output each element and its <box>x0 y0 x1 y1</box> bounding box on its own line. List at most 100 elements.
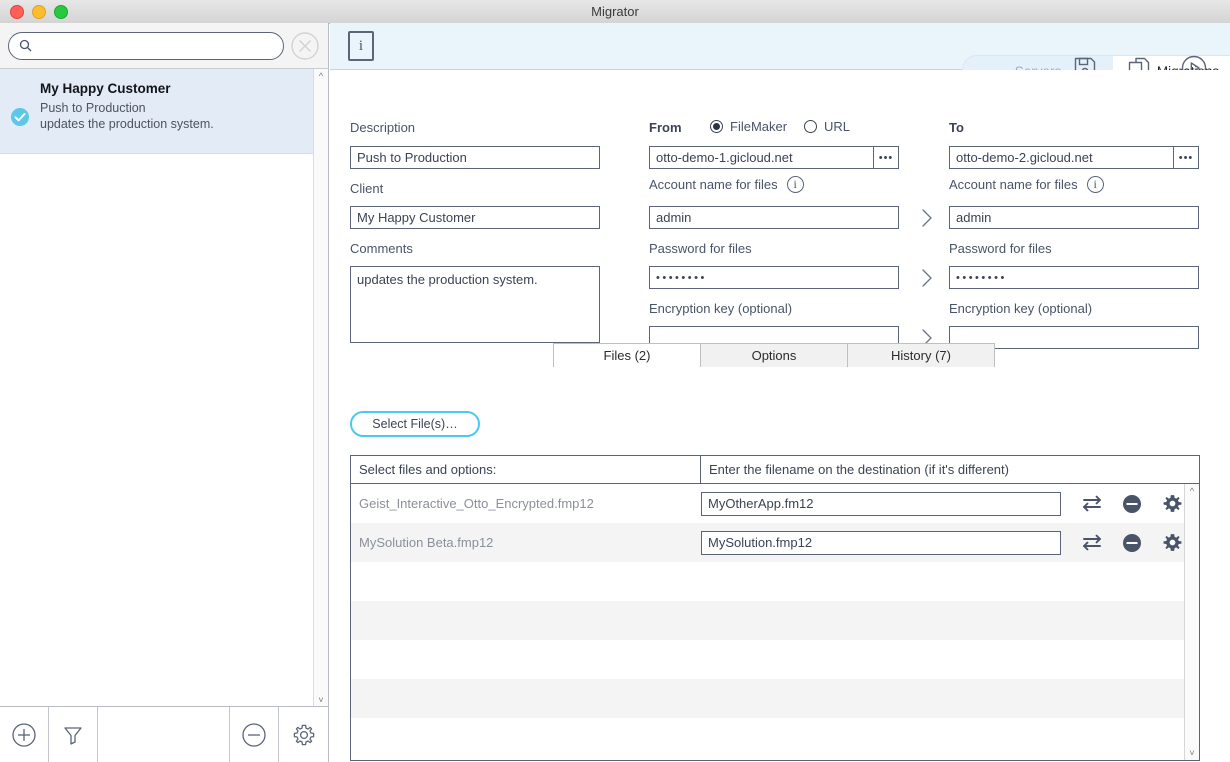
from-account-label-row: Account name for files i <box>649 176 804 193</box>
from-host-row: otto-demo-1.gicloud.net ••• <box>649 146 899 169</box>
files-table-body: Geist_Interactive_Otto_Encrypted.fmp12 M… <box>351 484 1185 760</box>
from-password-field[interactable]: •••••••• <box>649 266 899 289</box>
destination-filename-input[interactable]: MyOtherApp.fm12 <box>701 491 1061 516</box>
from-source-url[interactable]: URL <box>804 119 850 134</box>
list-item-description: updates the production system. <box>40 117 214 131</box>
sidebar-scrollbar[interactable]: ^ ˅ <box>313 69 328 707</box>
scroll-down-icon[interactable]: ˅ <box>314 693 328 707</box>
list-item-title: My Happy Customer <box>40 81 171 96</box>
migrator-window: Migrator My Happy Customer Push to Produ… <box>0 0 1230 762</box>
source-filename: Geist_Interactive_Otto_Encrypted.fmp12 <box>359 496 594 511</box>
search-icon <box>19 39 32 52</box>
radio-url-icon <box>804 120 817 133</box>
row-actions <box>1083 493 1183 514</box>
from-host-more-button[interactable]: ••• <box>874 146 899 169</box>
plus-circle-icon <box>12 722 36 747</box>
files-pane: Select File(s)… Select files and options… <box>330 367 1230 762</box>
close-window-button[interactable] <box>10 4 24 19</box>
from-account-field[interactable]: admin <box>649 206 899 229</box>
remove-icon[interactable] <box>1122 494 1142 514</box>
column-header-destination: Enter the filename on the destination (i… <box>709 462 1009 477</box>
chevron-right-icon <box>922 269 932 287</box>
settings-button[interactable] <box>279 707 328 762</box>
sidebar-toolbar <box>0 706 328 762</box>
swap-icon[interactable] <box>1083 494 1102 513</box>
scroll-up-icon[interactable]: ^ <box>1185 484 1199 498</box>
files-table-scrollbar[interactable]: ^ ˅ <box>1184 484 1199 760</box>
clear-search-button[interactable] <box>290 31 320 61</box>
search-bar <box>0 23 328 69</box>
migration-form: Description Push to Production Client My… <box>330 70 1230 360</box>
status-check-icon <box>11 108 29 126</box>
tab-history[interactable]: History (7) <box>847 343 995 367</box>
to-host-more-button[interactable]: ••• <box>1174 146 1199 169</box>
table-row-empty <box>351 718 1185 757</box>
remove-icon[interactable] <box>1122 533 1142 553</box>
from-host-field[interactable]: otto-demo-1.gicloud.net <box>649 146 874 169</box>
migrations-list: My Happy Customer Push to Production upd… <box>0 69 328 707</box>
search-input[interactable] <box>38 37 273 54</box>
to-password-field[interactable]: •••••••• <box>949 266 1199 289</box>
list-item-subtitle: Push to Production <box>40 101 146 115</box>
table-row-empty <box>351 679 1185 718</box>
sidebar: My Happy Customer Push to Production upd… <box>0 23 329 762</box>
to-account-label-row: Account name for files i <box>949 176 1104 193</box>
to-account-field[interactable]: admin <box>949 206 1199 229</box>
list-item[interactable]: My Happy Customer Push to Production upd… <box>0 69 314 154</box>
remove-migration-button[interactable] <box>230 707 279 762</box>
gear-icon <box>293 724 314 745</box>
filter-button[interactable] <box>49 707 98 762</box>
gear-icon[interactable] <box>1162 532 1183 553</box>
from-account-label: Account name for files <box>649 177 778 192</box>
minimize-window-button[interactable] <box>32 4 46 19</box>
scroll-up-icon[interactable]: ^ <box>314 69 328 83</box>
comments-label: Comments <box>350 241 413 256</box>
row-actions <box>1083 532 1183 553</box>
from-heading: From <box>649 120 682 135</box>
tab-files[interactable]: Files (2) <box>553 343 701 367</box>
scroll-down-icon[interactable]: ˅ <box>1185 746 1199 760</box>
comments-field[interactable]: updates the production system. <box>350 266 600 343</box>
info-icon[interactable]: i <box>786 176 804 193</box>
table-row[interactable]: Geist_Interactive_Otto_Encrypted.fmp12 M… <box>351 484 1185 523</box>
to-host-row: otto-demo-2.gicloud.net ••• <box>949 146 1199 169</box>
chevron-right-icon <box>922 209 932 227</box>
toolbar-spacer <box>98 707 230 762</box>
description-field[interactable]: Push to Production <box>350 146 600 169</box>
add-migration-button[interactable] <box>0 707 49 762</box>
files-table-header: Select files and options: Enter the file… <box>351 456 1199 484</box>
files-table: Select files and options: Enter the file… <box>350 455 1200 761</box>
from-encryption-label: Encryption key (optional) <box>649 301 793 316</box>
close-icon <box>291 31 319 60</box>
search-field[interactable] <box>8 31 284 60</box>
client-field[interactable]: My Happy Customer <box>350 206 600 229</box>
gear-icon[interactable] <box>1162 493 1183 514</box>
window-title: Migrator <box>591 4 639 19</box>
radio-filemaker-label: FileMaker <box>730 119 788 134</box>
traffic-lights <box>10 0 68 23</box>
to-host-field[interactable]: otto-demo-2.gicloud.net <box>949 146 1174 169</box>
info-icon[interactable]: i <box>1086 176 1104 193</box>
radio-url-label: URL <box>824 119 851 134</box>
from-password-label: Password for files <box>649 241 752 256</box>
pane-tabs: Files (2) Options History (7) <box>553 343 995 367</box>
zoom-window-button[interactable] <box>54 4 68 19</box>
window-titlebar: Migrator <box>0 0 1230 24</box>
table-row-empty <box>351 640 1185 679</box>
client-label: Client <box>350 181 384 196</box>
to-account-label: Account name for files <box>949 177 1078 192</box>
from-source-filemaker[interactable]: FileMaker <box>710 119 787 134</box>
to-password-label: Password for files <box>949 241 1052 256</box>
description-label: Description <box>350 120 416 135</box>
source-filename: MySolution Beta.fmp12 <box>359 535 494 550</box>
to-encryption-label: Encryption key (optional) <box>949 301 1093 316</box>
filter-icon <box>64 726 82 745</box>
info-button[interactable]: i <box>348 31 374 61</box>
column-header-source: Select files and options: <box>351 456 701 483</box>
swap-icon[interactable] <box>1083 533 1102 552</box>
select-files-button[interactable]: Select File(s)… <box>350 411 480 437</box>
table-row[interactable]: MySolution Beta.fmp12 MySolution.fmp12 <box>351 523 1185 562</box>
to-heading: To <box>949 120 964 135</box>
destination-filename-input[interactable]: MySolution.fmp12 <box>701 530 1061 555</box>
tab-options[interactable]: Options <box>700 343 848 367</box>
